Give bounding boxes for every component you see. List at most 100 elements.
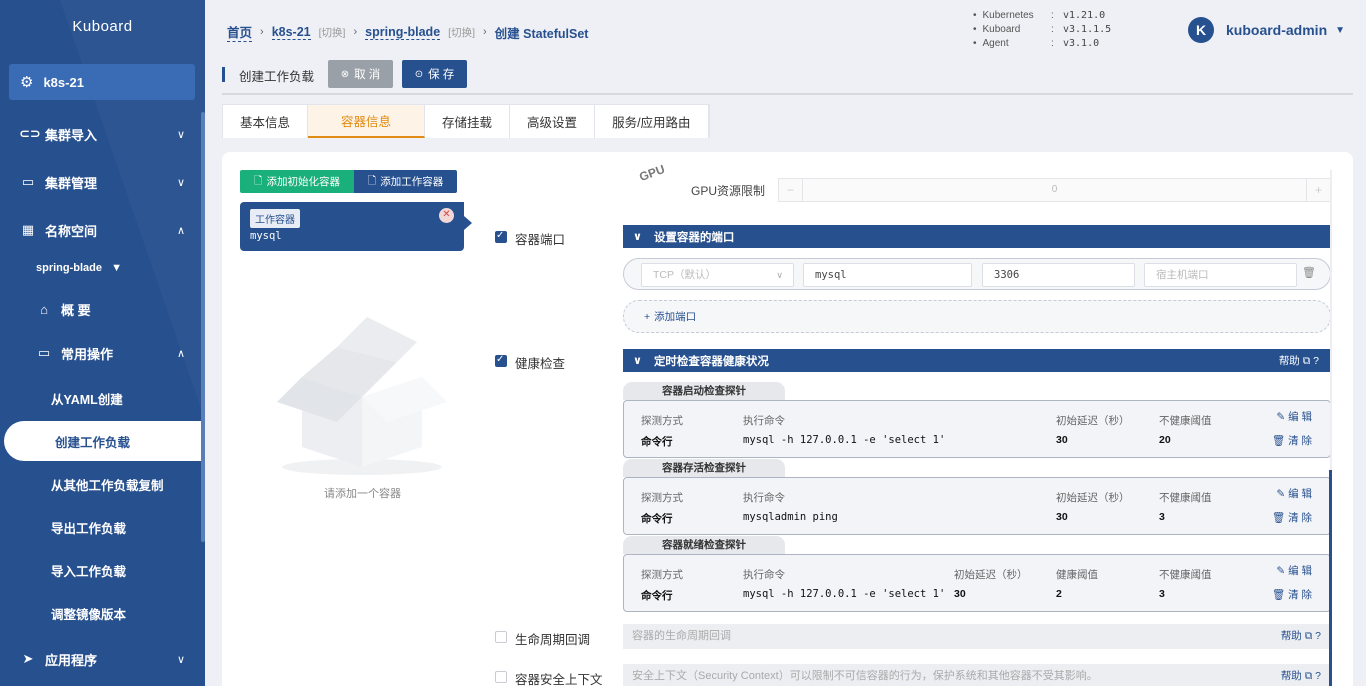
tab-advanced[interactable]: 高级设置	[510, 105, 596, 138]
user-menu[interactable]: K kuboard-admin ▼	[1188, 17, 1345, 43]
ports-label: 容器端口	[515, 233, 566, 247]
sidebar-item-namespace[interactable]: ▦ 名称空间 ∧	[0, 210, 205, 250]
container-panel: 🗋 添加初始化容器 🗋 添加工作容器 工作容器 mysql ✕ 请添加一个容器 GP…	[222, 152, 1353, 686]
save-button[interactable]: ⊙ 保 存	[402, 60, 467, 88]
content-scroll-thumb[interactable]	[1329, 470, 1332, 686]
help-link[interactable]: 帮助 ⧉ ?	[1279, 353, 1319, 368]
sidebar-sub-adjust-image[interactable]: 调整镜像版本	[0, 593, 205, 633]
breadcrumb-namespace[interactable]: spring-blade	[365, 25, 441, 40]
sidebar-scroll-thumb[interactable]	[201, 112, 205, 542]
document-icon: 🗋	[367, 174, 377, 187]
liveness-probe-card: 探测方式 执行命令 初始延迟（秒） 不健康阈值 命令行 mysqladmin p…	[623, 477, 1331, 535]
add-init-container-button[interactable]: 🗋 添加初始化容器	[240, 170, 354, 193]
sidebar-scrollbar[interactable]	[201, 0, 205, 686]
version-value: v1.21.0	[1063, 10, 1106, 21]
probe-delay: 30	[954, 588, 966, 600]
sidebar-item-label: 应用程序	[45, 652, 98, 668]
content-scrollbar[interactable]	[1329, 170, 1332, 686]
close-icon[interactable]: ✕	[439, 208, 454, 223]
version-name: Agent	[973, 37, 1051, 51]
question-icon: ?	[1315, 630, 1321, 642]
col-unhealthy: 不健康阈值	[1159, 569, 1212, 581]
sidebar-item-apps[interactable]: ➤ 应用程序 ∨	[0, 639, 205, 679]
probe-unhealthy: 3	[1159, 511, 1165, 523]
sidebar-item-overview[interactable]: ⌂ 概 要	[0, 289, 205, 329]
version-row: Agent: v3.1.0	[973, 37, 1111, 51]
title-bar: 创建工作负载 ⊗ 取 消 ⊙ 保 存	[222, 55, 1353, 95]
lifecycle-checkbox[interactable]	[495, 631, 507, 643]
security-field[interactable]: 安全上下文（Security Context）可以限制不可信容器的行为，保护系统…	[623, 664, 1331, 686]
clear-button[interactable]: 🗑 清 除	[1272, 433, 1312, 448]
probe-unhealthy: 20	[1159, 434, 1171, 446]
cancel-button[interactable]: ⊗ 取 消	[328, 60, 393, 88]
sidebar-item-cluster-manage[interactable]: ▭ 集群管理 ∨	[0, 162, 205, 202]
health-section-bar[interactable]: ∨ 定时检查容器健康状况 帮助 ⧉ ?	[623, 349, 1331, 372]
tab-basic[interactable]: 基本信息	[223, 105, 309, 138]
header: 首页 › k8s-21 [切换] › spring-blade [切换] › 创…	[205, 0, 1366, 55]
edit-button[interactable]: ✎ 编 辑	[1276, 486, 1312, 501]
link-icon: ⊂⊃	[19, 126, 41, 141]
ports-section-bar[interactable]: ∨ 设置容器的端口	[623, 225, 1331, 248]
help-link[interactable]: 帮助 ⧉ ?	[1281, 664, 1321, 686]
col-method: 探测方式	[641, 492, 683, 504]
clear-button[interactable]: 🗑 清 除	[1272, 587, 1312, 602]
namespace-selector[interactable]: spring-blade ▼	[36, 262, 122, 274]
port-row: TCP（默认） ∨ mysql 3306 宿主机端口 🗑	[623, 258, 1331, 290]
sidebar-sub-export-workload[interactable]: 导出工作负载	[0, 507, 205, 547]
plus-icon[interactable]: +	[1306, 179, 1330, 201]
sidebar-sub-copy-workload[interactable]: 从其他工作负载复制	[0, 464, 205, 504]
check-circle-icon: ⊙	[414, 68, 424, 80]
document-icon: 🗋	[254, 174, 263, 187]
lifecycle-field[interactable]: 容器的生命周期回调 帮助 ⧉ ?	[623, 624, 1331, 649]
probe-cmd: mysql -h 127.0.0.1 -e 'select 1'	[743, 434, 946, 446]
add-work-container-button[interactable]: 🗋 添加工作容器	[354, 170, 457, 193]
trash-icon[interactable]: 🗑	[1302, 266, 1316, 279]
ports-checkbox[interactable]	[495, 230, 507, 243]
gpu-logo-icon: GPU	[637, 161, 667, 185]
folder-icon: ▭	[37, 345, 51, 360]
probe-delay: 30	[1056, 511, 1068, 523]
minus-icon[interactable]: −	[779, 179, 803, 201]
gpu-label: GPU资源限制	[691, 184, 766, 198]
sidebar-item-label: 集群管理	[45, 175, 98, 191]
sidebar-item-cluster-import[interactable]: ⊂⊃ 集群导入 ∨	[0, 114, 205, 154]
tab-service-route[interactable]: 服务/应用路由	[595, 105, 709, 138]
home-icon: ⌂	[40, 301, 48, 317]
brand-logo[interactable]: Kuboard	[0, 18, 205, 35]
caret-down-icon: ▼	[111, 262, 122, 274]
container-port-input[interactable]: 3306	[982, 263, 1135, 287]
col-delay: 初始延迟（秒）	[1056, 415, 1130, 427]
sidebar-item-common-ops[interactable]: ▭ 常用操作 ∧	[0, 333, 205, 373]
tab-storage[interactable]: 存储挂载	[425, 105, 511, 138]
readiness-probe-tab: 容器就绪检查探针	[623, 536, 785, 554]
external-link-icon: ⧉	[1304, 630, 1313, 642]
security-checkbox[interactable]	[495, 671, 507, 683]
startup-probe-card: 探测方式 执行命令 初始延迟（秒） 不健康阈值 命令行 mysql -h 127…	[623, 400, 1331, 458]
version-row: Kuboard: v3.1.1.5	[973, 23, 1112, 37]
breadcrumb-switch-namespace[interactable]: [切换]	[448, 25, 475, 40]
cluster-selector[interactable]: ⚙ k8s-21	[9, 64, 195, 100]
breadcrumb-switch-cluster[interactable]: [切换]	[319, 25, 346, 40]
sidebar-sub-import-workload[interactable]: 导入工作负载	[0, 550, 205, 590]
edit-button[interactable]: ✎ 编 辑	[1276, 563, 1312, 578]
breadcrumb-home[interactable]: 首页	[227, 22, 253, 42]
container-card[interactable]: 工作容器 mysql ✕	[240, 202, 472, 251]
cancel-label: 取 消	[354, 69, 381, 81]
breadcrumb-cluster[interactable]: k8s-21	[271, 25, 311, 40]
sidebar-sub-create-workload[interactable]: 创建工作负载	[4, 421, 205, 461]
protocol-select[interactable]: TCP（默认） ∨	[641, 263, 794, 287]
add-port-button[interactable]: + 添加端口	[623, 300, 1331, 333]
help-link[interactable]: 帮助 ⧉ ?	[1281, 624, 1321, 649]
gpu-stepper[interactable]: − 0 +	[778, 178, 1331, 202]
probe-method: 命令行	[641, 590, 673, 602]
edit-button[interactable]: ✎ 编 辑	[1276, 409, 1312, 424]
port-name-input[interactable]: mysql	[803, 263, 972, 287]
host-port-input[interactable]: 宿主机端口	[1144, 263, 1297, 287]
sidebar-sub-label: 导出工作负载	[51, 521, 127, 536]
health-checkbox[interactable]	[495, 354, 507, 367]
clear-button[interactable]: 🗑 清 除	[1272, 510, 1312, 525]
sidebar-sub-yaml[interactable]: 从YAML创建	[0, 378, 205, 418]
tab-bar: 基本信息 容器信息 存储挂载 高级设置 服务/应用路由	[222, 104, 710, 138]
protocol-placeholder: TCP（默认）	[653, 269, 716, 281]
tab-container[interactable]: 容器信息	[308, 105, 426, 138]
